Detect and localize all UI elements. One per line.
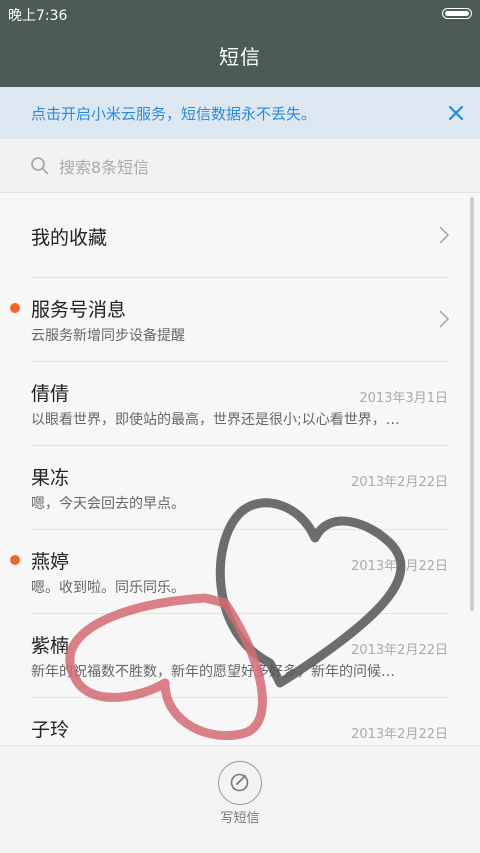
conversation-item[interactable]: 紫楠 2013年2月22日 新年的祝福数不胜数，新年的愿望好多好多，新年的问候… xyxy=(0,613,480,697)
conversation-name: 紫楠 xyxy=(31,635,70,657)
conversation-item[interactable]: 倩倩 2013年3月1日 以眼看世界，即使站的最高，世界还是很小;以心看世界，… xyxy=(0,361,480,445)
search-input[interactable] xyxy=(57,154,441,180)
compose-icon xyxy=(230,773,249,792)
conversation-date: 2013年2月22日 xyxy=(351,727,448,742)
bottom-bar: 写短信 xyxy=(0,745,480,853)
conversation-date: 2013年2月22日 xyxy=(351,559,448,574)
cloud-service-banner[interactable]: 点击开启小米云服务，短信数据永不丢失。 xyxy=(0,87,480,139)
close-icon[interactable] xyxy=(444,101,468,125)
conversation-preview: 以眼看世界，即使站的最高，世界还是很小;以心看世界，… xyxy=(31,412,400,428)
conversation-item[interactable]: 燕婷 2013年2月22日 嗯。收到啦。同乐同乐。 xyxy=(0,529,480,613)
conversation-name: 果冻 xyxy=(31,467,70,489)
app-header: 短信 xyxy=(0,28,480,87)
conversation-preview: 嗯。收到啦。同乐同乐。 xyxy=(31,580,185,596)
conversation-list[interactable]: 我的收藏 服务号消息 云服务新增同步设备提醒 倩倩 2013年3月1日 以眼看世… xyxy=(0,193,480,745)
favorites-row[interactable]: 我的收藏 xyxy=(0,193,480,277)
conversation-item[interactable]: 服务号消息 云服务新增同步设备提醒 xyxy=(0,277,480,361)
conversation-date: 2013年2月22日 xyxy=(351,643,448,658)
conversation-item[interactable]: 子玲 2013年2月22日 xyxy=(0,697,480,745)
banner-text[interactable]: 点击开启小米云服务，短信数据永不丢失。 xyxy=(31,103,316,124)
conversation-preview: 嗯，今天会回去的早点。 xyxy=(31,496,185,512)
status-bar: 晚上7:36 xyxy=(0,0,480,28)
conversation-name: 燕婷 xyxy=(31,551,70,573)
chevron-right-icon xyxy=(439,310,450,328)
conversation-date: 2013年3月1日 xyxy=(359,391,448,406)
compose-label[interactable]: 写短信 xyxy=(0,807,480,826)
favorites-label: 我的收藏 xyxy=(31,227,108,249)
search-bar[interactable] xyxy=(0,139,480,193)
compose-button[interactable] xyxy=(218,761,262,805)
conversation-preview: 新年的祝福数不胜数，新年的愿望好多好多，新年的问候… xyxy=(31,664,395,680)
conversation-name: 倩倩 xyxy=(31,383,70,405)
status-time: 晚上7:36 xyxy=(8,8,68,24)
search-icon xyxy=(31,157,49,175)
page-title: 短信 xyxy=(219,45,261,69)
conversation-name: 服务号消息 xyxy=(31,299,127,321)
chevron-right-icon xyxy=(439,226,450,244)
conversation-item[interactable]: 果冻 2013年2月22日 嗯，今天会回去的早点。 xyxy=(0,445,480,529)
conversation-name: 子玲 xyxy=(31,719,70,741)
battery-icon xyxy=(442,8,472,19)
conversation-date: 2013年2月22日 xyxy=(351,475,448,490)
unread-dot xyxy=(10,555,20,565)
conversation-preview: 云服务新增同步设备提醒 xyxy=(31,328,185,344)
unread-dot xyxy=(10,303,20,313)
scrollbar[interactable] xyxy=(470,197,474,611)
